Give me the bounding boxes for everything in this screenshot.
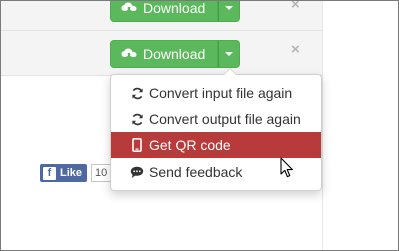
download-button[interactable]: Download (110, 0, 219, 22)
facebook-icon: f (43, 166, 56, 180)
download-label: Download (143, 46, 206, 62)
download-options-toggle[interactable] (218, 1, 241, 22)
close-icon[interactable]: × (291, 42, 300, 57)
download-options-toggle[interactable] (218, 40, 241, 68)
caret-down-icon (225, 6, 234, 10)
menu-item-label: Convert input file again (149, 85, 293, 101)
caret-down-icon (225, 52, 234, 56)
mobile-phone-icon (130, 138, 144, 152)
refresh-icon (130, 86, 144, 100)
cloud-download-icon (121, 2, 137, 13)
column-divider (322, 1, 323, 250)
facebook-like-widget: f Like 10 (40, 164, 112, 182)
like-label: Like (60, 167, 83, 179)
file-row: Download × (1, 1, 322, 31)
file-row: Download × (1, 31, 322, 76)
menu-item-convert-output[interactable]: Convert output file again (111, 106, 321, 132)
menu-item-label: Convert output file again (149, 111, 301, 127)
download-label: Download (143, 0, 206, 16)
menu-item-get-qr-code[interactable]: Get QR code (111, 132, 321, 158)
refresh-icon (130, 112, 144, 126)
download-button-group: Download (110, 40, 241, 68)
cloud-download-icon (121, 48, 137, 59)
close-icon[interactable]: × (291, 1, 300, 12)
like-count: 10 (91, 164, 112, 182)
menu-item-label: Send feedback (149, 164, 243, 180)
comment-icon (130, 165, 144, 179)
app-window: Download × Download × f Like 10 Convert … (0, 0, 399, 251)
menu-item-label: Get QR code (149, 137, 231, 153)
download-button[interactable]: Download (110, 40, 219, 68)
download-button-group: Download (110, 0, 241, 22)
mouse-cursor-icon (280, 157, 293, 178)
facebook-like-button[interactable]: f Like (40, 164, 88, 182)
menu-item-convert-input[interactable]: Convert input file again (111, 80, 321, 106)
